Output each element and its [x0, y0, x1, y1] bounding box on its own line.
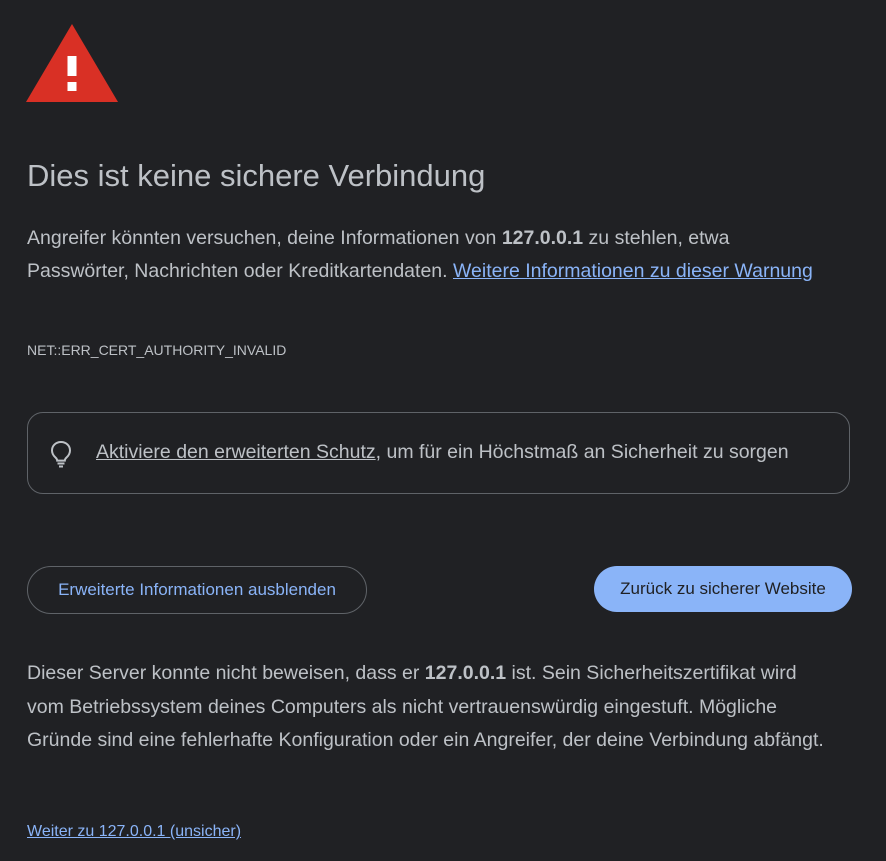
enhanced-protection-link[interactable]: Aktiviere den erweiterten Schutz [96, 441, 376, 463]
details-message: Dieser Server konnte nicht beweisen, das… [27, 657, 827, 758]
main-message: Angreifer könnten versuchen, deine Infor… [27, 222, 827, 288]
back-to-safety-button[interactable]: Zurück zu sicherer Website [594, 566, 852, 612]
interstitial-page: Dies ist keine sichere Verbindung Angrei… [0, 0, 886, 861]
main-message-text: Angreifer könnten versuchen, deine Infor… [27, 227, 502, 249]
error-code: NET::ERR_CERT_AUTHORITY_INVALID [27, 342, 287, 358]
lightbulb-icon [50, 440, 72, 468]
proceed-unsafe-link[interactable]: Weiter zu 127.0.0.1 (unsicher) [27, 823, 241, 841]
details-text-1: Dieser Server konnte nicht beweisen, das… [27, 662, 425, 684]
hide-details-button[interactable]: Erweiterte Informationen ausblenden [27, 566, 367, 614]
page-title: Dies ist keine sichere Verbindung [27, 158, 486, 193]
details-host-name: 127.0.0.1 [424, 662, 507, 684]
learn-more-link[interactable]: Weitere Informationen zu dieser Warnung [453, 260, 813, 282]
enhanced-protection-box: Aktiviere den erweiterten Schutz, um für… [27, 412, 850, 494]
enhanced-protection-message: Aktiviere den erweiterten Schutz, um für… [96, 441, 789, 464]
host-name: 127.0.0.1 [501, 227, 584, 249]
warning-triangle-icon [26, 24, 118, 102]
enhanced-protection-suffix: , um für ein Höchstmaß an Sicherheit zu … [375, 441, 789, 463]
